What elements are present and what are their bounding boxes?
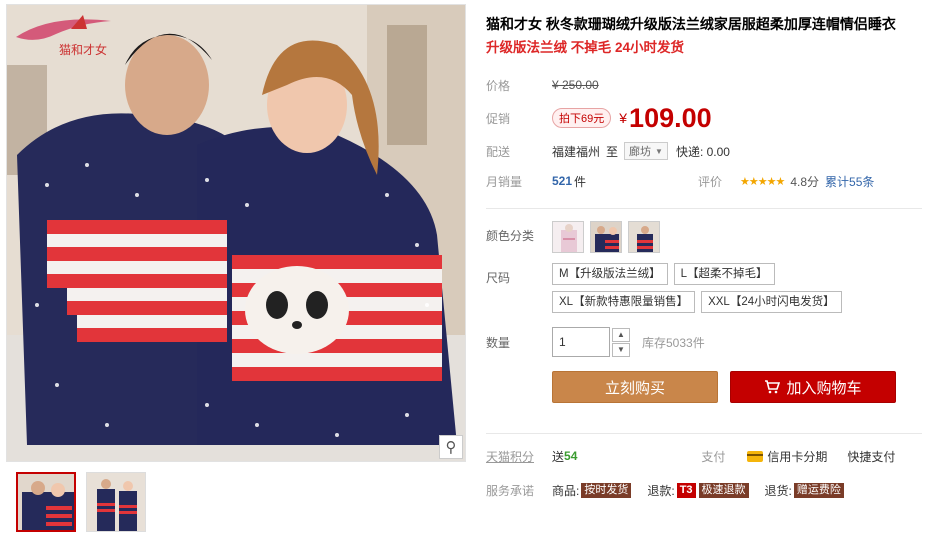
- rating-label: 评价: [698, 174, 723, 189]
- promo-price: 109.00: [629, 102, 712, 133]
- credit-card-icon: [747, 450, 764, 462]
- sales-unit: 件: [574, 174, 587, 189]
- promise-label: 服务承诺: [486, 483, 535, 498]
- svg-text:猫和才女: 猫和才女: [59, 42, 107, 57]
- sku-selector: 颜色分类 尺码 M【升级版法兰绒】 L【超柔不掉毛】 XL【新款特惠限量销售】 …: [486, 221, 922, 357]
- goods-label: 商品:: [552, 483, 580, 498]
- refund-label: 退款:: [647, 483, 675, 498]
- shipping-origin: 福建福州: [552, 144, 601, 159]
- sales-row: 月销量 521 件 评价 ★★★★★ 4.8分 累计55条: [486, 170, 922, 192]
- divider: [486, 433, 922, 434]
- product-title: 猫和才女 秋冬款珊瑚绒升级版法兰绒家居服超柔加厚连帽情侣睡衣: [486, 16, 896, 32]
- promo-tag: 拍下69元: [552, 108, 612, 128]
- add-to-cart-label: 加入购物车: [786, 379, 862, 397]
- original-price: ¥ 250.00: [552, 78, 599, 92]
- quick-pay[interactable]: 快捷支付: [847, 448, 895, 465]
- promo-price-row: 促销 拍下69元 ¥ 109.00: [486, 100, 922, 136]
- brand-logo: 猫和才女: [16, 15, 111, 57]
- t3-badge: T3: [676, 482, 696, 498]
- sales-label: 月销量: [486, 174, 523, 189]
- color-row: 颜色分类: [486, 221, 922, 253]
- shipping-fee: 快递: 0.00: [675, 144, 730, 159]
- promise-refund[interactable]: 退款: T3 极速退款: [647, 482, 749, 499]
- promo-label: 促销: [486, 111, 511, 126]
- points-prefix: 送: [552, 449, 565, 464]
- sales-count: 521: [552, 174, 573, 188]
- chevron-down-icon: ▼: [655, 146, 663, 156]
- action-buttons: 立刻购买 加入购物车: [552, 371, 922, 403]
- increase-icon[interactable]: ▲: [612, 327, 630, 342]
- points-value: 54: [564, 449, 578, 463]
- add-to-cart-button[interactable]: 加入购物车: [730, 371, 896, 403]
- rating-score: 4.8分: [790, 174, 820, 189]
- service-promise-row: 服务承诺 商品: 按时发货 退款: T3 极速退款 退货: 赠运费险: [486, 480, 922, 500]
- on-time-delivery-badge: 按时发货: [581, 482, 632, 498]
- size-label: 尺码: [486, 271, 511, 285]
- size-option-m[interactable]: M【升级版法兰绒】: [552, 263, 668, 285]
- promise-return[interactable]: 退货: 赠运费险: [765, 482, 844, 499]
- destination-value: 廊坊: [629, 146, 652, 158]
- size-row: 尺码 M【升级版法兰绒】 L【超柔不掉毛】 XL【新款特惠限量销售】 XXL【2…: [486, 263, 922, 313]
- divider: [486, 208, 922, 209]
- size-options: M【升级版法兰绒】 L【超柔不掉毛】 XL【新款特惠限量销售】 XXL【24小时…: [552, 263, 922, 313]
- review-count-link[interactable]: 累计55条: [825, 173, 874, 190]
- size-option-l[interactable]: L【超柔不掉毛】: [673, 263, 775, 285]
- product-gallery: 猫和才女 ⚲: [6, 4, 466, 532]
- magnifier-icon[interactable]: ⚲: [439, 435, 463, 459]
- color-option-pink[interactable]: [552, 221, 584, 253]
- decrease-icon[interactable]: ▼: [612, 342, 630, 357]
- points-row: 天猫积分 送 54 支付 信用卡分期 快捷支付: [486, 446, 922, 466]
- size-option-xxl[interactable]: XXL【24小时闪电发货】: [701, 291, 842, 313]
- destination-select[interactable]: 廊坊 ▼: [624, 142, 668, 160]
- quantity-stepper: ▲ ▼: [612, 327, 630, 357]
- thumbnail-strip: [6, 472, 466, 532]
- cart-icon: [764, 380, 781, 394]
- color-option-couple-navy[interactable]: [590, 221, 622, 253]
- shipping-insurance-badge: 赠运费险: [793, 482, 844, 498]
- credit-installment[interactable]: 信用卡分期: [767, 448, 827, 465]
- product-info: 猫和才女 秋冬款珊瑚绒升级版法兰绒家居服超柔加厚连帽情侣睡衣 升级版法兰绒 不掉…: [486, 14, 922, 500]
- thumb-couple-standing[interactable]: [86, 472, 146, 532]
- shipping-to: 至: [606, 144, 619, 159]
- color-label: 颜色分类: [486, 229, 535, 243]
- fast-refund-badge: 极速退款: [698, 482, 749, 498]
- main-product-image[interactable]: 猫和才女 ⚲: [6, 4, 466, 462]
- rating: 评价 ★★★★★ 4.8分 累计55条: [698, 173, 874, 190]
- shipping-label: 配送: [486, 144, 511, 159]
- pay-label: 支付: [701, 449, 726, 464]
- original-price-row: 价格 ¥ 250.00: [486, 74, 922, 96]
- promise-goods[interactable]: 商品: 按时发货: [552, 482, 632, 499]
- quantity-input[interactable]: [552, 327, 610, 357]
- buy-now-button[interactable]: 立刻购买: [552, 371, 718, 403]
- points-label[interactable]: 天猫积分: [486, 448, 552, 465]
- color-option-single-navy[interactable]: [628, 221, 660, 253]
- quantity-label: 数量: [486, 335, 511, 350]
- size-option-xl[interactable]: XL【新款特惠限量销售】: [552, 291, 696, 313]
- yuan-symbol: ¥: [619, 110, 628, 126]
- price-block: 价格 ¥ 250.00 促销 拍下69元 ¥ 109.00 配送 福建福州 至 …: [486, 74, 922, 192]
- return-label: 退货:: [764, 483, 792, 498]
- star-rating-icon: ★★★★★: [740, 175, 785, 188]
- main-photo: [7, 5, 465, 461]
- color-options: [552, 221, 660, 253]
- thumb-couple-front[interactable]: [16, 472, 76, 532]
- shipping-row: 配送 福建福州 至 廊坊 ▼ 快递: 0.00: [486, 140, 922, 162]
- stock-count: 库存5033件: [642, 335, 705, 350]
- price-label: 价格: [486, 78, 511, 93]
- quantity-row: 数量 ▲ ▼ 库存5033件: [486, 327, 922, 357]
- product-subtitle: 升级版法兰绒 不掉毛 24小时发货: [486, 40, 685, 55]
